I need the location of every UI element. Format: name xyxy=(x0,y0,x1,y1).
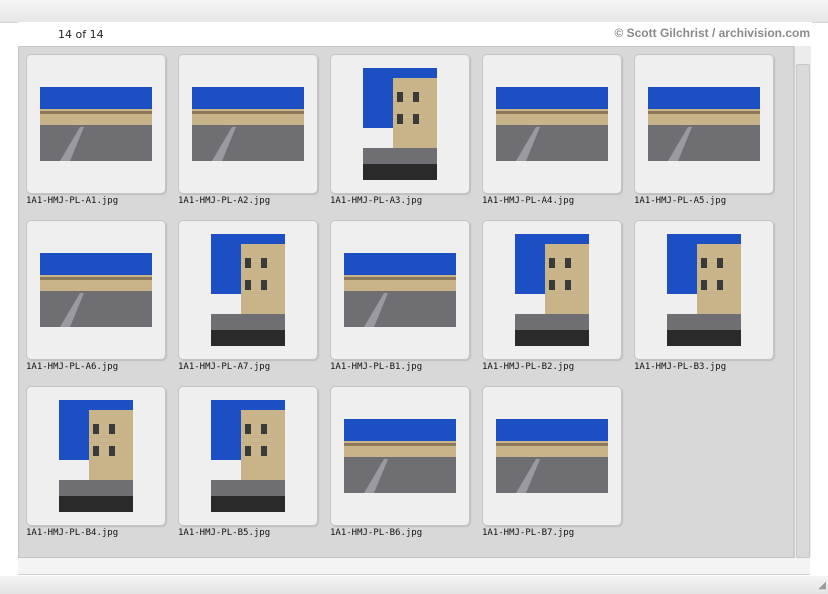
thumbnail-item[interactable]: 1A1-HMJ-PL-A2.jpg xyxy=(171,47,318,213)
thumbnail-item[interactable]: 1A1-HMJ-PL-A5.jpg xyxy=(627,47,774,213)
thumbnail-item[interactable]: 1A1-HMJ-PL-B7.jpg xyxy=(475,379,622,545)
thumbnail-card[interactable] xyxy=(482,386,622,526)
thumbnail-image[interactable] xyxy=(192,87,304,161)
thumbnail-image[interactable] xyxy=(363,68,437,180)
thumbnail-item[interactable]: 1A1-HMJ-PL-A1.jpg xyxy=(19,47,166,213)
thumbnail-card[interactable] xyxy=(178,54,318,194)
thumbnail-image[interactable] xyxy=(211,400,285,512)
thumbnail-item[interactable]: 1A1-HMJ-PL-A3.jpg xyxy=(323,47,470,213)
thumbnail-card[interactable] xyxy=(482,220,622,360)
thumbnail-grid: 1A1-HMJ-PL-A1.jpg 1A1-HMJ-PL-A2.jpg 1A1-HM… xyxy=(18,46,794,558)
thumbnail-filename: 1A1-HMJ-PL-B2.jpg xyxy=(482,362,575,372)
thumbnail-image[interactable] xyxy=(344,253,456,327)
thumbnail-filename: 1A1-HMJ-PL-A3.jpg xyxy=(330,196,423,206)
thumbnail-image[interactable] xyxy=(59,400,133,512)
thumbnail-filename: 1A1-HMJ-PL-A1.jpg xyxy=(26,196,119,206)
thumbnail-image[interactable] xyxy=(667,234,741,346)
scrollbar-thumb[interactable] xyxy=(796,64,810,558)
thumbnail-image[interactable] xyxy=(648,87,760,161)
thumbnail-item[interactable]: 1A1-HMJ-PL-A7.jpg xyxy=(171,213,318,379)
copyright-credit: © Scott Gilchrist / archivision.com xyxy=(614,26,810,40)
thumbnail-filename: 1A1-HMJ-PL-A7.jpg xyxy=(178,362,271,372)
thumbnail-image[interactable] xyxy=(40,87,152,161)
thumbnail-card[interactable] xyxy=(178,386,318,526)
thumbnail-card[interactable] xyxy=(482,54,622,194)
thumbnail-card[interactable] xyxy=(330,220,470,360)
thumbnail-filename: 1A1-HMJ-PL-A5.jpg xyxy=(634,196,727,206)
thumbnail-item[interactable]: 1A1-HMJ-PL-B5.jpg xyxy=(171,379,318,545)
vertical-scrollbar[interactable] xyxy=(794,46,811,558)
thumbnail-card[interactable] xyxy=(178,220,318,360)
thumbnail-card[interactable] xyxy=(330,386,470,526)
thumbnail-filename: 1A1-HMJ-PL-A6.jpg xyxy=(26,362,119,372)
thumbnail-card[interactable] xyxy=(26,386,166,526)
thumbnail-filename: 1A1-HMJ-PL-A2.jpg xyxy=(178,196,271,206)
thumbnail-item[interactable]: 1A1-HMJ-PL-B1.jpg xyxy=(323,213,470,379)
resize-grip-icon[interactable]: ◢ xyxy=(814,580,826,592)
thumbnail-item[interactable]: 1A1-HMJ-PL-B6.jpg xyxy=(323,379,470,545)
thumbnail-card[interactable] xyxy=(26,220,166,360)
thumbnail-filename: 1A1-HMJ-PL-B4.jpg xyxy=(26,528,119,538)
horizontal-scrollbar[interactable] xyxy=(18,558,810,575)
thumbnail-item[interactable]: 1A1-HMJ-PL-B4.jpg xyxy=(19,379,166,545)
top-toolbar xyxy=(0,0,828,23)
thumbnail-item[interactable]: 1A1-HMJ-PL-A4.jpg xyxy=(475,47,622,213)
thumbnail-filename: 1A1-HMJ-PL-B1.jpg xyxy=(330,362,423,372)
thumbnail-filename: 1A1-HMJ-PL-A4.jpg xyxy=(482,196,575,206)
thumbnail-filename: 1A1-HMJ-PL-B5.jpg xyxy=(178,528,271,538)
thumbnail-item[interactable]: 1A1-HMJ-PL-B3.jpg xyxy=(627,213,774,379)
thumbnail-card[interactable] xyxy=(330,54,470,194)
thumbnail-card[interactable] xyxy=(634,220,774,360)
thumbnail-card[interactable] xyxy=(634,54,774,194)
thumbnail-item[interactable]: 1A1-HMJ-PL-A6.jpg xyxy=(19,213,166,379)
status-bar: ◢ xyxy=(0,576,828,594)
thumbnail-image[interactable] xyxy=(211,234,285,346)
thumbnail-image[interactable] xyxy=(515,234,589,346)
thumbnail-filename: 1A1-HMJ-PL-B6.jpg xyxy=(330,528,423,538)
thumbnail-image[interactable] xyxy=(40,253,152,327)
thumbnail-card[interactable] xyxy=(26,54,166,194)
image-count: 14 of 14 xyxy=(58,28,104,41)
thumbnail-image[interactable] xyxy=(344,419,456,493)
gallery-header: 14 of 14 © Scott Gilchrist / archivision… xyxy=(18,22,812,46)
thumbnail-filename: 1A1-HMJ-PL-B3.jpg xyxy=(634,362,727,372)
thumbnail-item[interactable]: 1A1-HMJ-PL-B2.jpg xyxy=(475,213,622,379)
thumbnail-filename: 1A1-HMJ-PL-B7.jpg xyxy=(482,528,575,538)
thumbnail-image[interactable] xyxy=(496,419,608,493)
thumbnail-image[interactable] xyxy=(496,87,608,161)
